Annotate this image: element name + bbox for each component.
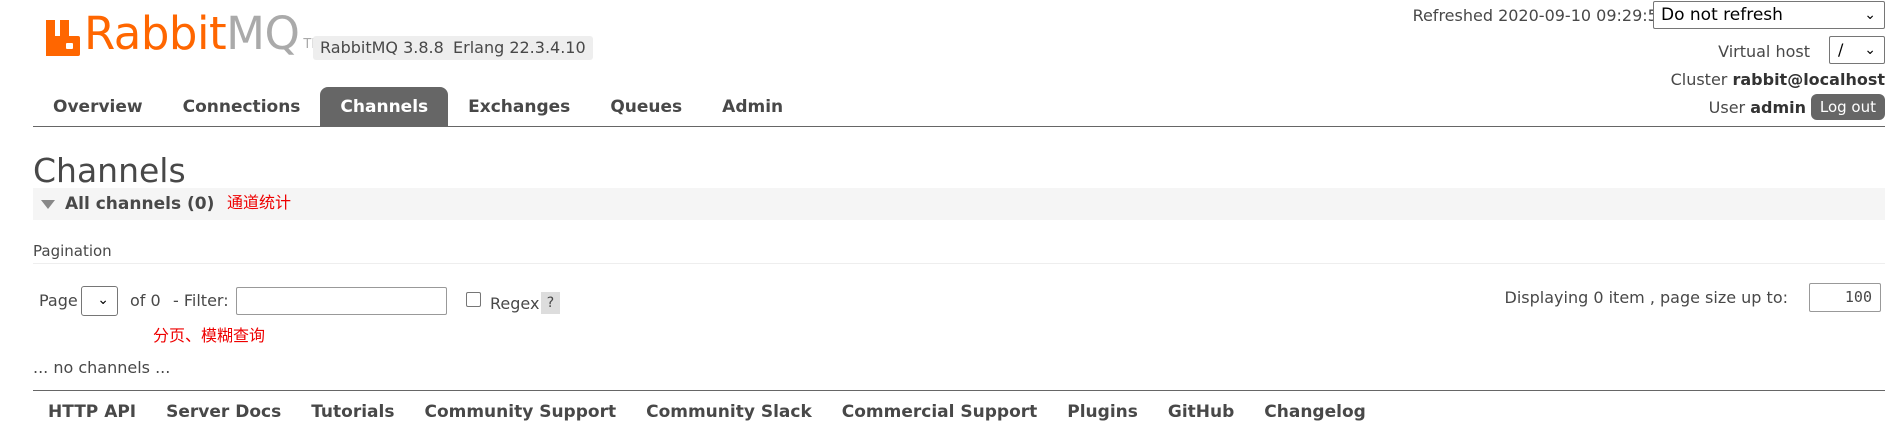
refresh-interval-select[interactable]: Do not refresh ⌄ xyxy=(1653,1,1885,29)
chevron-down-icon: ⌄ xyxy=(1864,42,1876,58)
main-nav-tabs: Overview Connections Channels Exchanges … xyxy=(33,87,803,127)
page-select[interactable]: ⌄ xyxy=(81,286,118,316)
rabbitmq-logo-icon xyxy=(46,20,80,56)
page-count-label: of 0 xyxy=(130,291,161,310)
footer-link-community-slack[interactable]: Community Slack xyxy=(646,402,812,422)
footer-link-commercial-support[interactable]: Commercial Support xyxy=(842,402,1038,422)
tabs-divider xyxy=(33,126,1885,127)
refreshed-timestamp: Refreshed 2020-09-10 09:29:55 xyxy=(1412,6,1668,25)
pagination-divider xyxy=(33,263,1885,264)
refresh-interval-value: Do not refresh xyxy=(1661,5,1783,25)
footer-link-http-api[interactable]: HTTP API xyxy=(48,402,136,422)
rabbitmq-version-badge: RabbitMQ 3.8.8 xyxy=(313,36,451,60)
filter-input[interactable] xyxy=(236,287,447,315)
footer-link-changelog[interactable]: Changelog xyxy=(1264,402,1366,422)
displaying-label: Displaying 0 item , page size up to: xyxy=(1504,288,1788,307)
chevron-down-icon: ⌄ xyxy=(1864,7,1876,23)
page-title: Channels xyxy=(33,151,186,190)
empty-list-message: ... no channels ... xyxy=(33,358,171,377)
logo-text-rabbit: Rabbit xyxy=(84,7,227,60)
tab-overview[interactable]: Overview xyxy=(33,87,163,127)
tab-exchanges[interactable]: Exchanges xyxy=(448,87,590,127)
footer-link-plugins[interactable]: Plugins xyxy=(1067,402,1138,422)
user-name: admin xyxy=(1750,98,1806,117)
all-channels-section-toggle[interactable]: All channels (0) xyxy=(33,188,1885,220)
regex-checkbox[interactable] xyxy=(466,292,481,307)
tab-admin[interactable]: Admin xyxy=(702,87,803,127)
tab-channels[interactable]: Channels xyxy=(320,87,449,127)
regex-label: Regex xyxy=(490,294,540,313)
user-label: User xyxy=(1708,98,1746,117)
page-label: Page xyxy=(39,291,78,310)
cluster-label: Cluster xyxy=(1670,70,1728,89)
logout-button[interactable]: Log out xyxy=(1810,94,1885,120)
rabbitmq-logo: RabbitMQ TM xyxy=(46,11,323,56)
cluster-info: Cluster rabbit@localhost xyxy=(1671,69,1885,91)
footer-links: HTTP API Server Docs Tutorials Community… xyxy=(48,402,1396,422)
page-size-input[interactable]: 100 xyxy=(1809,283,1881,312)
footer-link-community-support[interactable]: Community Support xyxy=(424,402,616,422)
regex-help-button[interactable]: ? xyxy=(541,292,560,314)
annotation-channel-stats: 通道统计 xyxy=(227,193,292,212)
logo-text-mq: MQ xyxy=(226,7,300,60)
pagination-heading: Pagination xyxy=(33,242,112,260)
tab-connections[interactable]: Connections xyxy=(163,87,321,127)
user-info: User admin xyxy=(1709,97,1806,119)
virtual-host-select[interactable]: / ⌄ xyxy=(1829,36,1885,64)
footer-link-github[interactable]: GitHub xyxy=(1168,402,1234,422)
erlang-version-badge: Erlang 22.3.4.10 xyxy=(446,36,593,60)
footer-link-server-docs[interactable]: Server Docs xyxy=(166,402,281,422)
footer-link-tutorials[interactable]: Tutorials xyxy=(311,402,394,422)
cluster-name: rabbit@localhost xyxy=(1732,70,1885,89)
tab-queues[interactable]: Queues xyxy=(590,87,702,127)
virtual-host-value: / xyxy=(1838,40,1844,59)
collapse-triangle-icon xyxy=(41,200,55,209)
footer-divider xyxy=(33,390,1885,391)
annotation-pagination: 分页、模糊查询 xyxy=(153,326,266,345)
section-title: All channels (0) xyxy=(65,194,215,214)
chevron-down-icon: ⌄ xyxy=(97,292,109,308)
filter-label: - Filter: xyxy=(173,291,229,310)
virtual-host-label: Virtual host xyxy=(1718,42,1810,61)
